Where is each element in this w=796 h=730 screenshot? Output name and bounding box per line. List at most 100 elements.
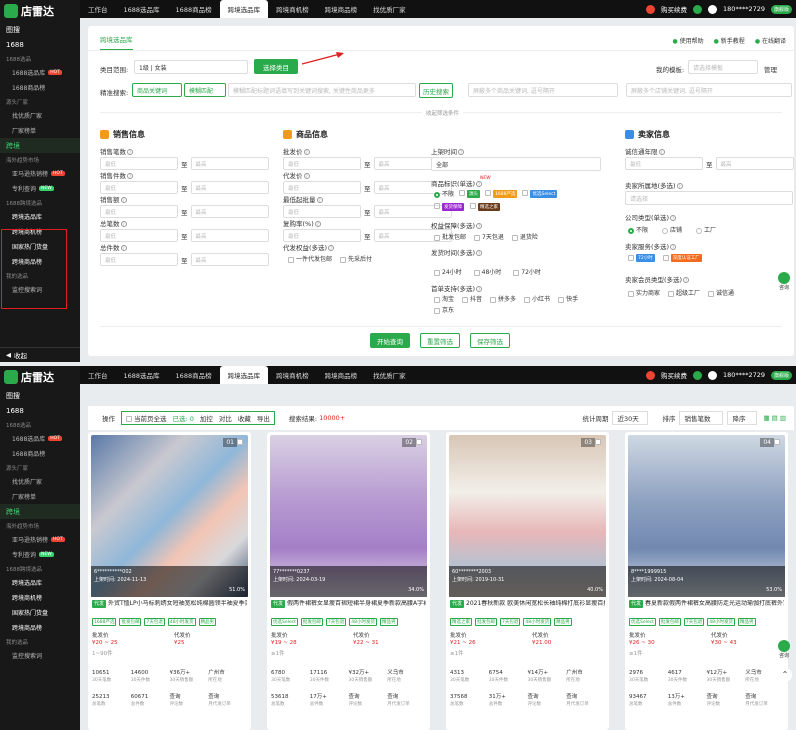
min-input[interactable]: 最低	[100, 229, 178, 242]
right-opt-2[interactable]: 退货险	[511, 232, 538, 241]
tab-5[interactable]: 跨境商品榜	[317, 366, 366, 384]
min-input[interactable]: 最低	[283, 157, 361, 170]
right-opt-0[interactable]: 批发包邮	[434, 232, 466, 241]
sidebar-item-15[interactable]: 国家热门货盘	[0, 605, 80, 620]
keyword-type-select[interactable]: 商品关键词	[132, 83, 182, 97]
cloud-icon[interactable]	[693, 4, 703, 14]
min-input[interactable]: 最低	[283, 229, 361, 242]
sidebar-item-7[interactable]: 厂家榜单	[0, 489, 80, 504]
avatar[interactable]	[708, 4, 718, 14]
mark-opt-1[interactable]: 源头	[459, 189, 481, 198]
order-select[interactable]: 降序	[727, 411, 758, 425]
max-input[interactable]: 最高	[190, 253, 269, 266]
first-opt-3[interactable]: 小红书	[524, 294, 550, 303]
card-checkbox[interactable]	[416, 439, 422, 445]
sidebar-item-18[interactable]: 监控搜索词	[0, 648, 80, 663]
sidebar-item-8[interactable]: 跨境	[0, 504, 80, 519]
scroll-top-button[interactable]: ⌃	[778, 668, 792, 682]
sidebar-item-6[interactable]: 找优质厂家	[0, 108, 80, 123]
keyword-input[interactable]: 模糊匹配标题词语填写到关键词搜索, 关键性商品更多	[228, 83, 416, 97]
manage-link[interactable]: 管理	[764, 64, 777, 74]
export-button[interactable]: 导出	[257, 413, 270, 423]
sort-select[interactable]: 销售笔数	[679, 411, 724, 425]
mark-opt-0[interactable]: 不限	[434, 189, 454, 198]
consult-button[interactable]: 咨询	[778, 272, 790, 291]
tab-0[interactable]: 工作台	[80, 0, 116, 18]
card-checkbox[interactable]	[774, 439, 780, 445]
sidebar-item-0[interactable]: 图搜	[0, 22, 80, 37]
tab-0[interactable]: 工作台	[80, 366, 116, 384]
category-input[interactable]: 1级 | 女装	[134, 60, 248, 74]
goods-opt-1[interactable]: 先采后付	[340, 254, 372, 263]
tab-2[interactable]: 1688商品榜	[168, 366, 220, 384]
tab-1[interactable]: 1688选品库	[116, 0, 168, 18]
choose-category-button[interactable]: 选择类目	[254, 59, 298, 74]
product-title[interactable]: 代发春夏新款假两件裙裤女高腰防走光运动瑜伽打底裤外穿显瘦	[629, 600, 784, 608]
sidebar-item-3[interactable]: 1688选品库 HOT	[0, 65, 80, 80]
first-opt-1[interactable]: 抖音	[462, 294, 482, 303]
product-card[interactable]: 03 60********2003 上架时间: 2019-10-31 40.0% 代发 2…	[446, 432, 609, 730]
user-name[interactable]: 180****2729	[723, 371, 765, 379]
exclude-shop-input[interactable]: 屏蔽多个店铺关键词, 逗号隔开	[626, 83, 792, 97]
mark-opt-3[interactable]: 优选Select	[522, 189, 558, 198]
product-card[interactable]: 01 6**********002 上架时间: 2024-11-13 51.0% 代发外…	[88, 432, 251, 730]
template-select[interactable]: 请选择模板	[688, 60, 758, 74]
tab-4[interactable]: 跨境商机榜	[268, 0, 317, 18]
user-name[interactable]: 180****2729	[723, 5, 765, 13]
sidebar-item-16[interactable]: 跨境商品榜	[0, 620, 80, 635]
tab-4[interactable]: 跨境商机榜	[268, 366, 317, 384]
mark-opt-2[interactable]: 1688严选	[485, 189, 518, 198]
cloud-icon[interactable]	[693, 370, 703, 380]
mark-opt-4[interactable]: 发货保障	[434, 202, 464, 211]
period-select[interactable]: 近30天	[612, 411, 649, 425]
sidebar-item-4[interactable]: 1688商品榜	[0, 446, 80, 461]
favorite-button[interactable]: 收藏	[238, 413, 251, 423]
min-input[interactable]: 最低	[100, 157, 178, 170]
min-input[interactable]: 最低	[100, 253, 178, 266]
sidebar-item-11[interactable]: 专利查询 NEW	[0, 547, 80, 562]
view-icons[interactable]: ▦ ▤ ▥	[763, 414, 786, 422]
select-page-checkbox[interactable]: 当前页全选	[126, 413, 167, 423]
goods-opt-0[interactable]: 一件代发包邮	[288, 254, 332, 263]
sidebar-item-11[interactable]: 专利查询 NEW	[0, 181, 80, 196]
min-input[interactable]: 最低	[283, 205, 361, 218]
company-opt-2[interactable]: 工厂	[696, 225, 716, 234]
sidebar-collapse-button[interactable]: ◀ 收起	[0, 347, 80, 362]
start-query-button[interactable]: 开始查询	[370, 333, 410, 348]
exclude-goods-input[interactable]: 屏蔽多个商品关键词, 逗号隔开	[468, 83, 618, 97]
ship-opt-1[interactable]: 48小时	[473, 267, 501, 276]
buy-link[interactable]: 购买续费	[661, 4, 687, 14]
product-card[interactable]: 04 8****1999915 上架时间: 2024-08-04 53.0% 代发 春夏新…	[625, 432, 788, 730]
right-opt-1[interactable]: 7天包退	[474, 232, 504, 241]
sidebar-item-10[interactable]: 亚马逊热销榜 HOT	[0, 166, 80, 181]
sidebar-item-7[interactable]: 厂家榜单	[0, 123, 80, 138]
listing-time-select[interactable]: 全部	[431, 157, 601, 171]
max-input[interactable]: 最高	[715, 157, 794, 170]
consult-button[interactable]: 咨询	[778, 640, 790, 659]
member-opt-2[interactable]: 诚信通	[708, 288, 734, 297]
reset-filter-button[interactable]: 重置筛选	[420, 333, 460, 348]
sidebar-item-10[interactable]: 亚马逊热销榜 HOT	[0, 532, 80, 547]
first-opt-0[interactable]: 淘宝	[434, 294, 454, 303]
compare-button[interactable]: 对比	[219, 413, 232, 423]
card-checkbox[interactable]	[237, 439, 243, 445]
product-title[interactable]: 代发2021春秋新款 欧美休闲宽松长袖纯棉打底衫显瘦百搭上衣女	[450, 600, 605, 608]
sidebar-item-13[interactable]: 跨境选品库	[0, 575, 80, 590]
tab-5[interactable]: 跨境商品榜	[317, 0, 366, 18]
sidebar-item-4[interactable]: 1688商品榜	[0, 80, 80, 95]
avatar[interactable]	[708, 370, 718, 380]
tutorial-link[interactable]: ● 新手教程	[714, 36, 745, 45]
member-opt-1[interactable]: 超级工厂	[668, 288, 700, 297]
service-opt-0[interactable]: 72小时	[628, 254, 655, 262]
product-title[interactable]: 代发假两件裙裤女显瘦百褶短裙半身裙夏季新款高腰A字裙防走光裤裙	[271, 600, 426, 608]
max-input[interactable]: 最高	[190, 157, 269, 170]
tab-2[interactable]: 1688商品榜	[168, 0, 220, 18]
member-opt-0[interactable]: 实力商家	[628, 288, 660, 297]
ship-opt-2[interactable]: 72小时	[513, 267, 541, 276]
monitor-button[interactable]: 加控	[200, 413, 213, 423]
mark-opt-5[interactable]: 精选之家	[470, 202, 500, 211]
buy-link[interactable]: 购买续费	[661, 370, 687, 380]
company-opt-0[interactable]: 不限	[628, 225, 648, 234]
first-opt-4[interactable]: 快手	[558, 294, 578, 303]
ship-opt-0[interactable]: 24小时	[434, 267, 462, 276]
